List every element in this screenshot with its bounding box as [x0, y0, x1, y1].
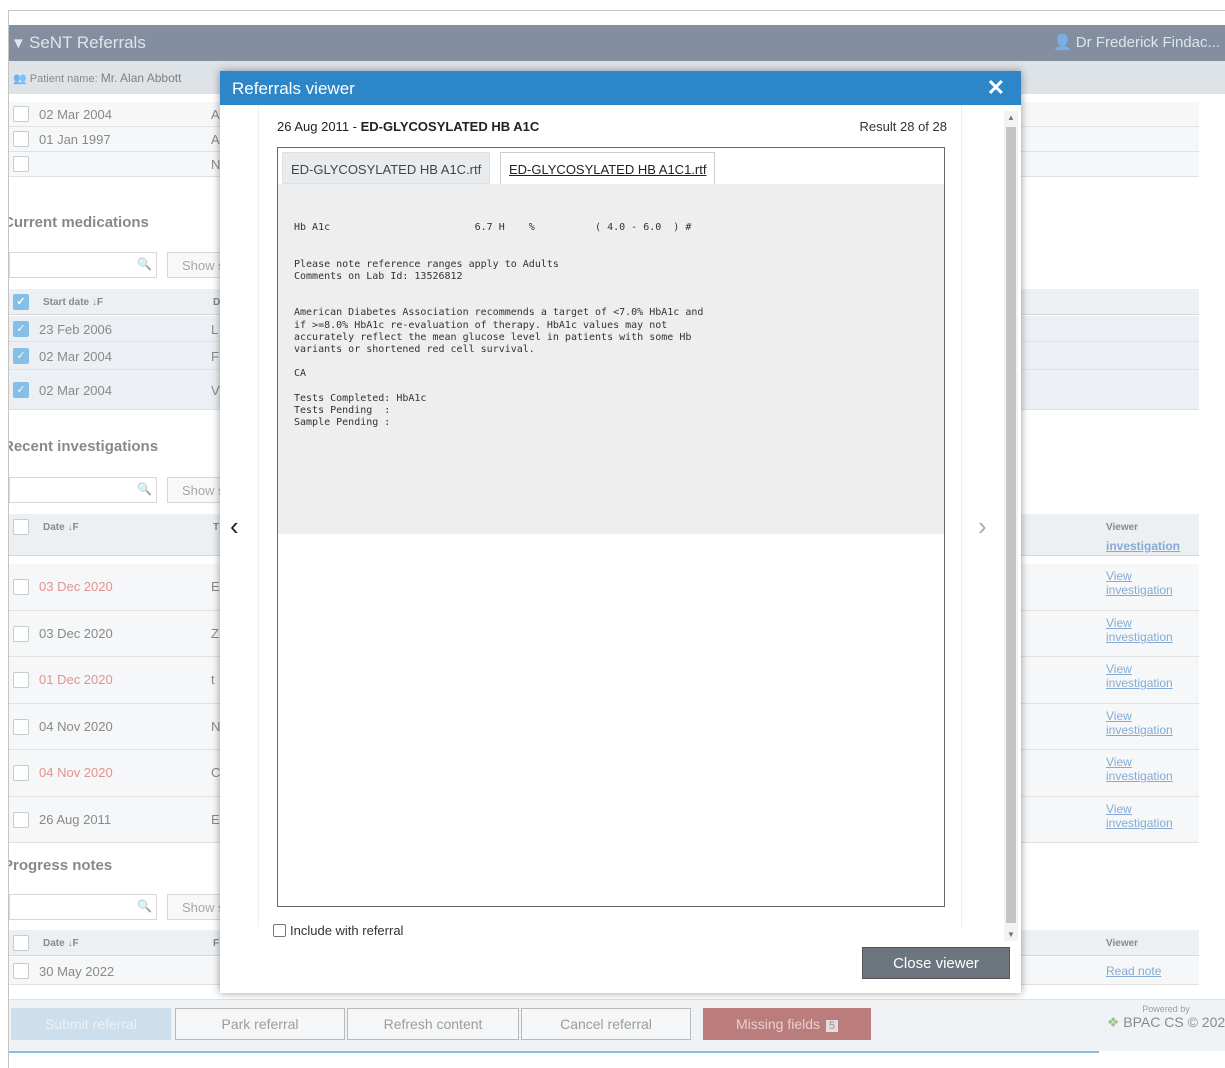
close-icon[interactable]: ✕ — [987, 75, 1005, 101]
include-with-referral-checkbox[interactable]: Include with referral — [273, 923, 403, 938]
document-tabs: ED-GLYCOSYLATED HB A1C.rtf ED-GLYCOSYLAT… — [278, 148, 944, 184]
document-text: Hb A1c 6.7 H % ( 4.0 - 6.0 ) # Please no… — [278, 184, 944, 534]
modal-scrollbar[interactable]: ▲ ▼ — [1004, 111, 1018, 941]
scroll-up-icon[interactable]: ▲ — [1007, 113, 1015, 122]
result-date: 26 Aug 2011 - — [277, 119, 361, 134]
tab-document-1[interactable]: ED-GLYCOSYLATED HB A1C.rtf — [282, 152, 491, 184]
result-test-name: ED-GLYCOSYLATED HB A1C — [360, 119, 540, 134]
scrollbar-thumb[interactable] — [1006, 127, 1016, 923]
modal-body: 26 Aug 2011 - ED-GLYCOSYLATED HB A1C Res… — [258, 105, 962, 938]
tab-document-2[interactable]: ED-GLYCOSYLATED HB A1C1.rtf — [500, 152, 716, 184]
result-counter: Result 28 of 28 — [859, 119, 947, 134]
modal-header: Referrals viewer ✕ — [220, 71, 1021, 105]
close-viewer-button[interactable]: Close viewer — [862, 947, 1010, 979]
next-result-arrow[interactable]: › — [978, 511, 987, 542]
modal-title: Referrals viewer — [232, 79, 355, 98]
include-label: Include with referral — [290, 923, 404, 938]
referrals-viewer-modal: Referrals viewer ✕ ‹ 26 Aug 2011 - ED-GL… — [220, 71, 1021, 993]
checkbox-box[interactable] — [273, 924, 286, 937]
result-title: 26 Aug 2011 - ED-GLYCOSYLATED HB A1C — [277, 119, 539, 134]
previous-result-arrow[interactable]: ‹ — [230, 511, 239, 542]
document-viewer: ED-GLYCOSYLATED HB A1C.rtf ED-GLYCOSYLAT… — [277, 147, 945, 907]
scroll-down-icon[interactable]: ▼ — [1007, 930, 1015, 939]
